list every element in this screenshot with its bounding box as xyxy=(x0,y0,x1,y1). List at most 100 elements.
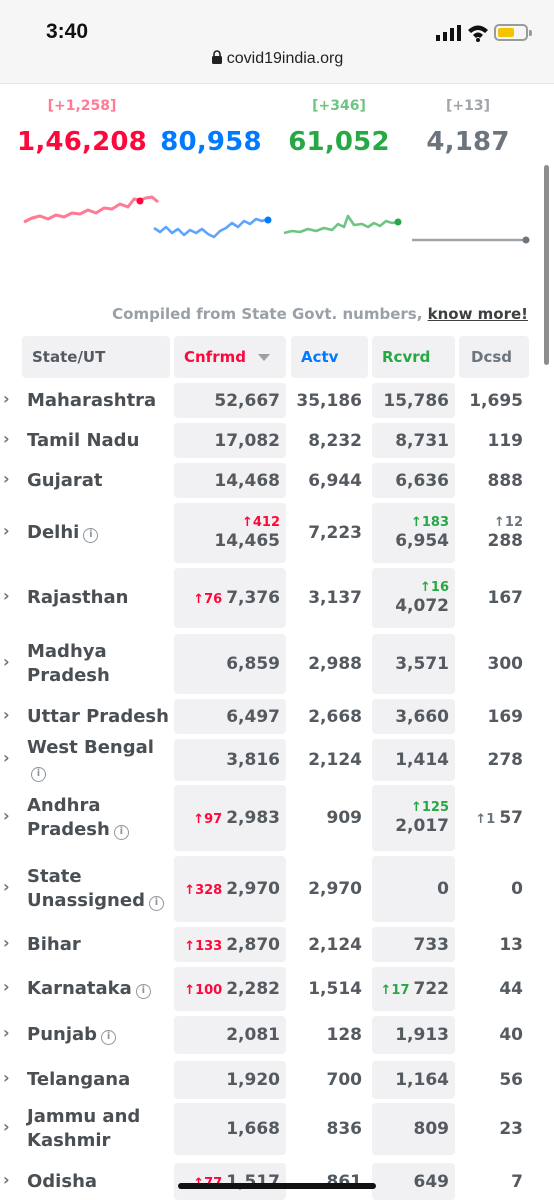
state-cell[interactable]: Gujarat xyxy=(22,463,170,498)
info-icon[interactable]: i xyxy=(113,825,129,840)
state-cell[interactable]: Delhi i xyxy=(22,503,170,563)
battery-tip xyxy=(529,30,532,36)
header-confirmed[interactable]: Cnfrmd xyxy=(174,336,286,378)
deceased-cell: 1,695 xyxy=(459,383,529,418)
deceased-delta: [+13] xyxy=(445,98,490,114)
info-icon[interactable]: i xyxy=(83,528,99,543)
info-icon[interactable]: i xyxy=(135,984,151,999)
deceased-cell: 300 xyxy=(459,634,529,694)
state-name-text: Tamil Nadu xyxy=(27,429,140,451)
active-cell: 700 xyxy=(291,1061,368,1099)
header-state[interactable]: State/UT xyxy=(22,336,170,378)
confirmed-cell: 17,082 xyxy=(174,423,286,458)
confirmed-cell-value: 2,282 xyxy=(226,979,280,999)
active-cell: 35,186 xyxy=(291,383,368,418)
active-cell: 3,137 xyxy=(291,568,368,628)
expand-chevron-icon[interactable]: › xyxy=(3,705,10,724)
expand-chevron-icon[interactable]: › xyxy=(3,586,10,605)
deceased-cell: ↑12 288 xyxy=(459,503,529,563)
expand-chevron-icon[interactable]: › xyxy=(3,469,10,488)
recovered-cell-delta: ↑183 xyxy=(410,515,449,530)
expand-chevron-icon[interactable]: › xyxy=(3,389,10,408)
home-indicator xyxy=(178,1183,376,1189)
header-recovered[interactable]: Rcvrd xyxy=(372,336,455,378)
state-name: Telangana xyxy=(27,1068,130,1092)
confirmed-cell: ↑97 2,983 xyxy=(174,785,286,851)
state-cell[interactable]: Uttar Pradesh xyxy=(22,699,170,734)
deceased-cell-row: 167 xyxy=(488,588,524,608)
deceased-cell: 0 xyxy=(459,856,529,922)
recovered-cell: ↑183 6,954 xyxy=(372,503,455,563)
confirmed-cell-value: 1,668 xyxy=(226,1119,280,1139)
state-cell[interactable]: Telangana xyxy=(22,1061,170,1099)
state-cell[interactable]: Jammu and Kashmir xyxy=(22,1103,170,1155)
confirmed-cell-row: ↑328 2,970 xyxy=(184,879,280,899)
deceased-cell-value: 888 xyxy=(487,470,524,491)
wifi-icon xyxy=(468,25,488,42)
page-scrollbar[interactable] xyxy=(544,165,549,365)
confirmed-cell-row: ↑100 2,282 xyxy=(184,979,280,999)
state-name-text: Jammu and Kashmir xyxy=(27,1106,141,1151)
confirmed-cell-value: 2,983 xyxy=(226,808,280,828)
state-cell[interactable]: Odisha xyxy=(22,1163,170,1200)
expand-chevron-icon[interactable]: › xyxy=(3,933,10,952)
compiled-text: Compiled from State Govt. numbers, xyxy=(112,305,428,323)
confirmed-cell-row: 6,859 xyxy=(226,654,280,674)
confirmed-cell-row: 1,920 xyxy=(226,1070,280,1090)
state-cell[interactable]: Madhya Pradesh xyxy=(22,634,170,694)
expand-chevron-icon[interactable]: › xyxy=(3,652,10,671)
info-icon[interactable]: i xyxy=(148,896,164,911)
state-cell[interactable]: Maharashtra xyxy=(22,383,170,418)
confirmed-sparkline xyxy=(23,195,159,224)
state-cell[interactable]: Andhra Pradesh i xyxy=(22,785,170,851)
active-cell-value: 8,232 xyxy=(308,430,362,451)
url-bar[interactable]: covid19india.org xyxy=(0,50,554,78)
recovered-cell-value: 1,414 xyxy=(395,750,449,770)
state-cell[interactable]: Rajasthan xyxy=(22,568,170,628)
recovered-cell-delta: ↑16 xyxy=(420,580,449,595)
header-active[interactable]: Actv xyxy=(291,336,368,378)
active-cell-row: 128 xyxy=(327,1025,363,1045)
lock-icon xyxy=(211,50,222,64)
state-cell[interactable]: State Unassigned i xyxy=(22,856,170,922)
state-name-text: West Bengal xyxy=(27,737,154,758)
active-cell-row: 836 xyxy=(327,1119,363,1139)
info-icon[interactable]: i xyxy=(31,767,46,782)
confirmed-cell-value: 7,376 xyxy=(226,588,280,608)
deceased-cell-value: 300 xyxy=(487,654,524,674)
active-cell: 2,970 xyxy=(291,856,368,922)
expand-chevron-icon[interactable]: › xyxy=(3,1023,10,1042)
expand-chevron-icon[interactable]: › xyxy=(3,877,10,896)
active-cell-row: 700 xyxy=(327,1070,363,1090)
expand-chevron-icon[interactable]: › xyxy=(3,1117,10,1136)
confirmed-cell-row: 1,668 xyxy=(226,1119,280,1139)
confirmed-cell-delta: ↑76 xyxy=(193,592,223,607)
active-cell-value: 2,970 xyxy=(308,879,362,899)
state-name: Gujarat xyxy=(27,469,103,493)
expand-chevron-icon[interactable]: › xyxy=(3,806,10,825)
expand-chevron-icon[interactable]: › xyxy=(3,1170,10,1189)
active-cell-value: 2,668 xyxy=(308,706,362,727)
expand-chevron-icon[interactable]: › xyxy=(3,429,10,448)
state-cell[interactable]: Tamil Nadu xyxy=(22,423,170,458)
state-cell[interactable]: West Bengal i xyxy=(22,737,170,782)
confirmed-cell-value: 6,497 xyxy=(226,706,280,727)
confirmed-cell: ↑412 14,465 xyxy=(174,503,286,563)
state-cell[interactable]: Karnataka i xyxy=(22,967,170,1011)
info-icon[interactable]: i xyxy=(101,1030,117,1045)
expand-chevron-icon[interactable]: › xyxy=(3,748,10,767)
header-deceased[interactable]: Dcsd xyxy=(459,336,529,378)
state-cell[interactable]: Bihar xyxy=(22,927,170,962)
state-name: Andhra Pradesh i xyxy=(27,794,170,842)
expand-chevron-icon[interactable]: › xyxy=(3,521,10,540)
expand-chevron-icon[interactable]: › xyxy=(3,1068,10,1087)
deceased-sparkline xyxy=(412,236,530,244)
state-name: Punjab i xyxy=(27,1023,117,1047)
recovered-cell: 733 xyxy=(372,927,455,962)
know-more-link[interactable]: know more! xyxy=(428,305,528,323)
recovered-cell-row: 6,636 xyxy=(395,471,449,491)
state-name: Madhya Pradesh xyxy=(27,640,170,688)
expand-chevron-icon[interactable]: › xyxy=(3,977,10,996)
state-cell[interactable]: Punjab i xyxy=(22,1016,170,1054)
active-cell: 128 xyxy=(291,1016,368,1054)
